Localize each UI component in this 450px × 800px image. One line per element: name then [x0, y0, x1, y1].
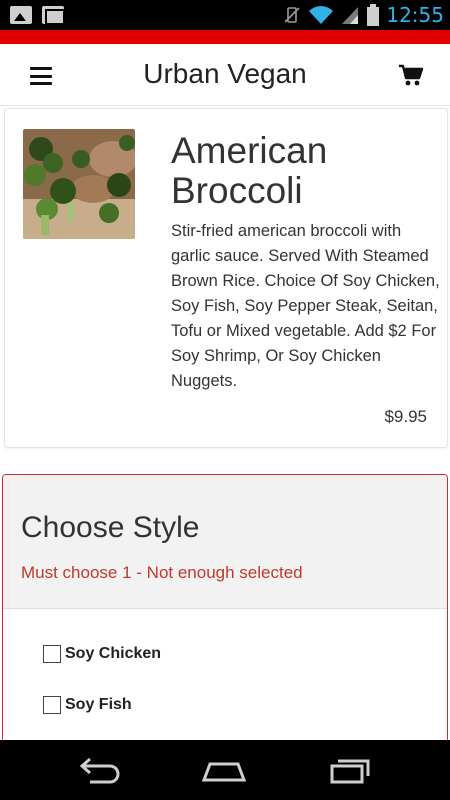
- dish-name: American Broccoli: [171, 130, 328, 211]
- back-icon[interactable]: [76, 754, 124, 786]
- dish-photo: [23, 129, 135, 239]
- recent-apps-icon[interactable]: [326, 754, 374, 786]
- navigation-bar: [0, 740, 450, 800]
- choose-style-panel: Choose Style Must choose 1 - Not enough …: [2, 474, 448, 774]
- option-soy-fish[interactable]: Soy Fish: [43, 696, 132, 714]
- brand-accent-bar: [0, 30, 450, 44]
- dish-price: $9.95: [384, 407, 427, 426]
- checkbox[interactable]: [43, 696, 61, 714]
- dish-description: Stir-fried american broccoli with garlic…: [171, 222, 440, 390]
- shopping-cart-icon[interactable]: [398, 64, 424, 88]
- home-icon[interactable]: [200, 754, 248, 786]
- option-soy-chicken[interactable]: Soy Chicken: [43, 645, 161, 663]
- vibrate-off-icon: [284, 7, 300, 23]
- status-bar: 12:55: [0, 0, 450, 30]
- dish-card: American Broccoli Stir-fried american br…: [4, 108, 448, 448]
- gmail-notification-icon: [42, 6, 65, 25]
- choose-style-header: Choose Style Must choose 1 - Not enough …: [3, 475, 447, 609]
- option-label: Soy Fish: [65, 696, 132, 713]
- option-label: Soy Chicken: [65, 645, 162, 662]
- notification-icons: [10, 6, 65, 25]
- gallery-notification-icon: [10, 6, 32, 24]
- battery-icon: [367, 4, 380, 26]
- checkbox[interactable]: [43, 645, 61, 663]
- status-time: 12:55: [386, 3, 444, 27]
- app-title: Urban Vegan: [143, 58, 307, 89]
- section-title: Choose Style: [21, 511, 200, 544]
- validation-message: Must choose 1 - Not enough selected: [21, 563, 303, 582]
- app-bar: Urban Vegan: [0, 44, 450, 106]
- wifi-icon: [309, 6, 334, 24]
- system-icons: 12:55: [282, 2, 444, 28]
- signal-icon: [342, 7, 359, 24]
